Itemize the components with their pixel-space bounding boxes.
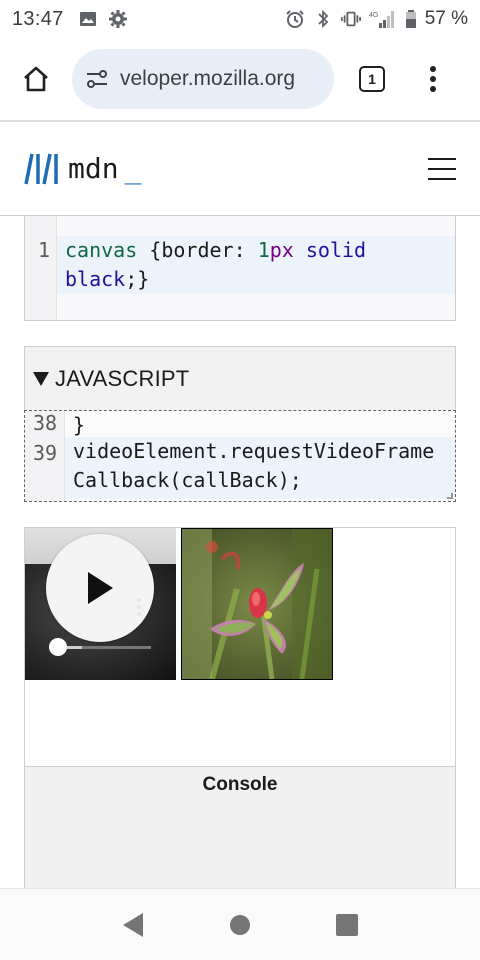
mdn-logo-icon bbox=[24, 153, 58, 184]
vibrate-icon bbox=[340, 9, 361, 29]
video-more-icon[interactable] bbox=[137, 598, 141, 616]
output-frame bbox=[24, 527, 456, 767]
image-icon bbox=[78, 9, 98, 29]
console-title: Console bbox=[202, 774, 278, 795]
network-label: 4G bbox=[369, 12, 378, 19]
play-icon bbox=[88, 572, 113, 604]
line-number: 1 bbox=[38, 238, 51, 262]
mdn-logo[interactable]: mdn _ bbox=[24, 152, 141, 186]
status-time: 13:47 bbox=[12, 7, 64, 30]
gear-icon bbox=[108, 9, 128, 29]
url-bar[interactable]: veloper.mozilla.org bbox=[72, 49, 334, 109]
tab-switcher-button[interactable]: 1 bbox=[350, 57, 394, 101]
mdn-wordmark: mdn bbox=[68, 152, 119, 185]
bluetooth-icon bbox=[313, 9, 333, 29]
tab-count: 1 bbox=[359, 66, 385, 92]
css-colon: : bbox=[233, 238, 258, 262]
plant-image bbox=[182, 529, 332, 679]
mdn-header: mdn _ bbox=[0, 122, 480, 216]
hamburger-menu-icon[interactable] bbox=[428, 157, 456, 180]
css-number: 1 bbox=[257, 238, 270, 262]
js-editor[interactable]: 38 39 } videoElement.requestVideoFrame C… bbox=[24, 410, 456, 502]
css-code-line[interactable]: canvas {border: 1px solid black;} bbox=[57, 236, 455, 294]
css-brace-open: { bbox=[137, 238, 162, 262]
browser-menu-button[interactable] bbox=[418, 57, 448, 101]
line-number: 39 bbox=[33, 441, 58, 465]
recents-square-icon bbox=[335, 913, 358, 936]
more-vertical-icon bbox=[430, 66, 436, 92]
js-code-line[interactable]: } bbox=[65, 411, 455, 437]
home-circle-icon bbox=[229, 914, 250, 935]
recents-button[interactable] bbox=[327, 905, 367, 945]
console-panel: Console bbox=[24, 767, 456, 888]
css-selector: canvas bbox=[65, 238, 138, 262]
alarm-icon bbox=[285, 9, 305, 29]
site-settings-icon[interactable] bbox=[84, 66, 110, 92]
css-property: border bbox=[161, 238, 234, 262]
back-button[interactable] bbox=[113, 905, 153, 945]
video-progress-bar[interactable] bbox=[59, 646, 151, 649]
signal-icon: 4G bbox=[369, 9, 397, 29]
play-button[interactable] bbox=[46, 534, 154, 642]
status-bar: 13:47 4G 57 % bbox=[0, 0, 480, 38]
resize-handle-icon[interactable] bbox=[447, 493, 453, 499]
system-nav-bar bbox=[0, 888, 480, 960]
video-scrub-thumb[interactable] bbox=[49, 638, 67, 656]
js-line-39-text-a: videoElement.requestVideoFrame bbox=[73, 439, 435, 463]
css-value-solid: solid bbox=[293, 238, 367, 262]
canvas-output bbox=[181, 528, 333, 680]
battery-icon bbox=[405, 9, 417, 29]
css-value-black: black bbox=[65, 267, 126, 291]
js-line-38-text: } bbox=[73, 413, 86, 437]
javascript-section-title: JAVASCRIPT bbox=[55, 365, 190, 391]
css-brace-close: ;} bbox=[125, 267, 150, 291]
video-player[interactable] bbox=[25, 528, 176, 680]
js-code-line[interactable]: videoElement.requestVideoFrame Callback(… bbox=[65, 437, 455, 499]
battery-percent: 57 % bbox=[424, 8, 468, 29]
css-unit: px bbox=[269, 238, 294, 262]
js-line-39-text-b: Callback(callBack); bbox=[73, 468, 302, 492]
browser-toolbar: veloper.mozilla.org 1 bbox=[0, 38, 480, 120]
url-text[interactable]: veloper.mozilla.org bbox=[120, 67, 295, 91]
disclosure-triangle-icon bbox=[33, 371, 49, 386]
css-editor[interactable]: 1 canvas {border: 1px solid black;} bbox=[24, 216, 456, 321]
mdn-underscore: _ bbox=[124, 152, 142, 185]
line-number: 38 bbox=[33, 411, 58, 435]
home-button[interactable] bbox=[14, 57, 58, 101]
javascript-section-toggle[interactable]: JAVASCRIPT bbox=[24, 346, 456, 410]
home-nav-button[interactable] bbox=[220, 905, 260, 945]
css-gutter bbox=[25, 216, 57, 320]
home-icon bbox=[24, 66, 48, 92]
back-triangle-icon bbox=[123, 912, 144, 937]
